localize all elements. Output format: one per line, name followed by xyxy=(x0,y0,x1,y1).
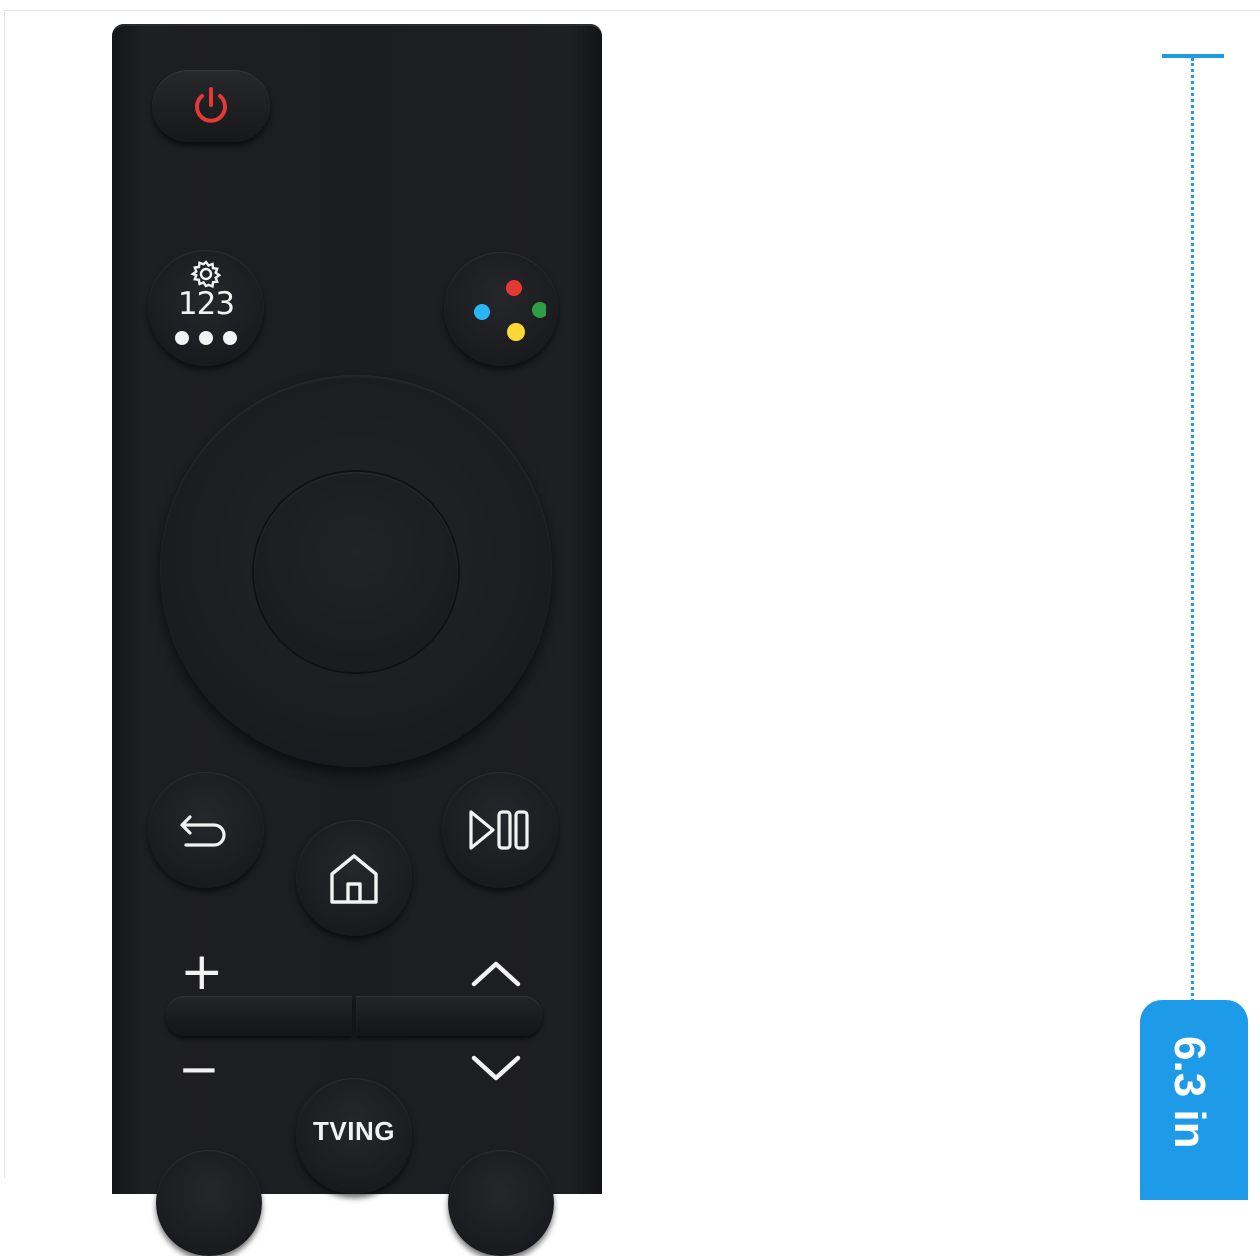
tving-button[interactable]: TVING xyxy=(296,1078,412,1194)
channel-rocker[interactable] xyxy=(356,996,542,1036)
volume-up-label: + xyxy=(180,942,224,1002)
number-pad-button[interactable]: 123 xyxy=(148,250,264,366)
bottom-right-button[interactable] xyxy=(448,1150,554,1256)
back-button[interactable] xyxy=(148,772,264,888)
bottom-left-button[interactable] xyxy=(156,1150,262,1256)
color-buttons[interactable] xyxy=(444,252,558,366)
home-button[interactable] xyxy=(296,820,412,936)
back-icon xyxy=(180,815,226,847)
power-icon xyxy=(195,87,227,123)
dots-icon xyxy=(175,331,237,345)
volume-rocker[interactable] xyxy=(166,996,352,1036)
chevron-down-icon xyxy=(471,1055,521,1081)
select-button[interactable] xyxy=(254,472,458,672)
chevron-up-icon xyxy=(471,961,521,987)
ruler-dotted-line xyxy=(1191,58,1194,1008)
dimension-label: 6.3 in xyxy=(1165,1036,1214,1149)
power-button[interactable] xyxy=(152,70,270,142)
tving-label: TVING xyxy=(313,1115,395,1146)
play-pause-button[interactable] xyxy=(442,772,558,888)
home-icon xyxy=(330,854,378,904)
play-pause-icon xyxy=(469,810,529,850)
volume-down-label: − xyxy=(178,1040,220,1098)
number-pad-label: 123 xyxy=(177,286,235,322)
color-dots-icon xyxy=(474,280,546,341)
